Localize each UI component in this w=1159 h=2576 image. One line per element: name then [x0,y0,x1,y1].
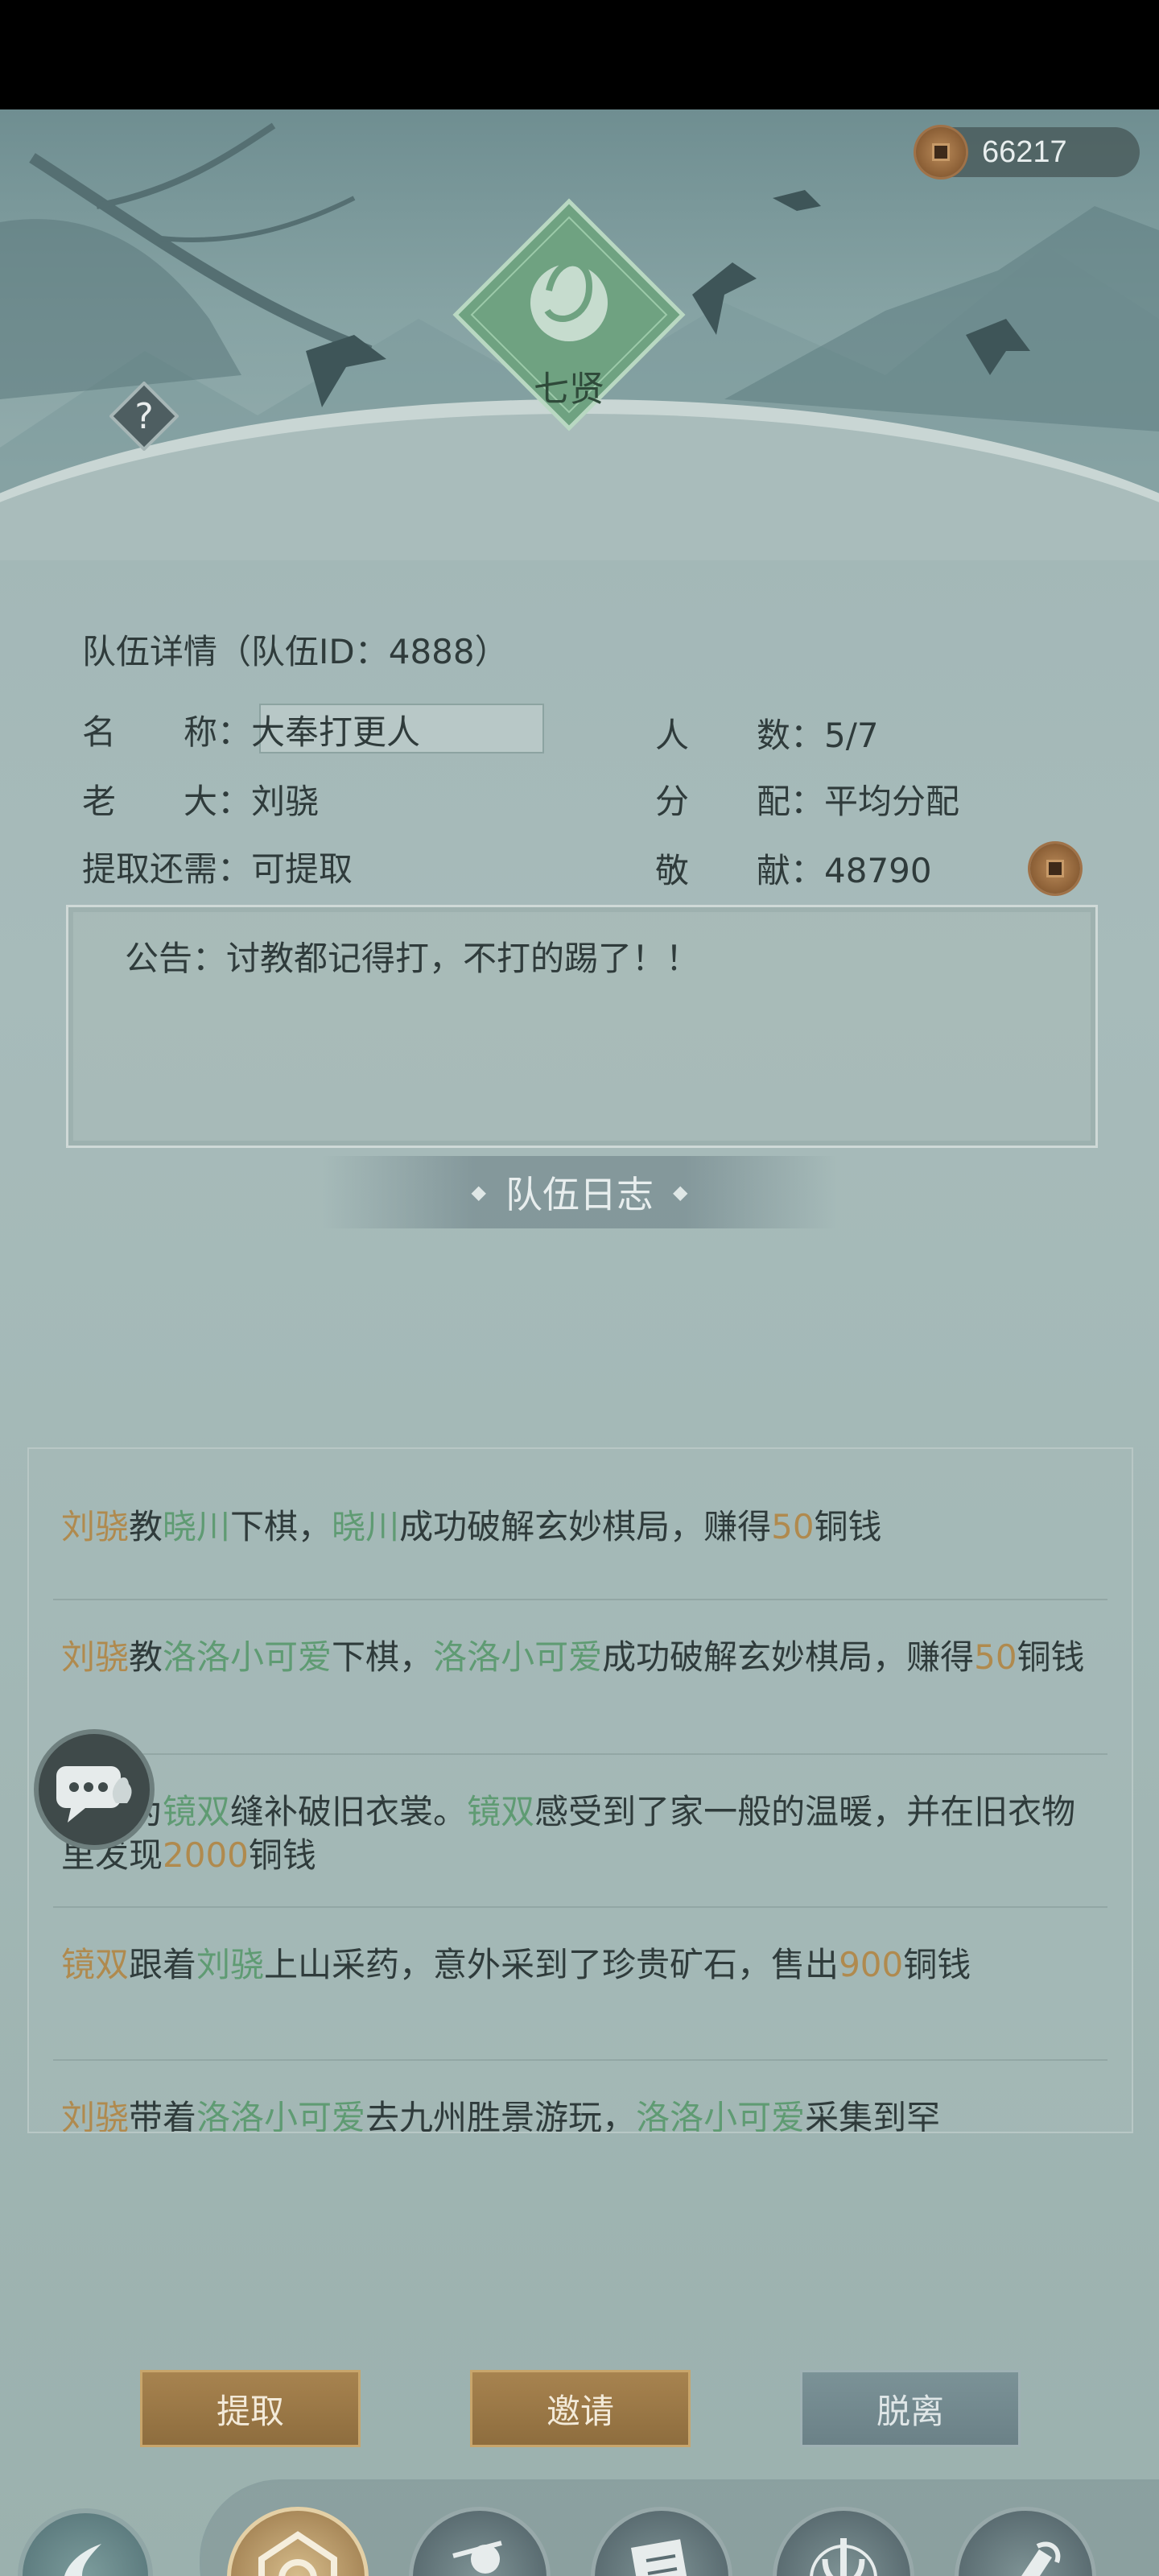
team-name-value: 大奉打更人 [251,712,421,752]
announcement-text: 公告：讨教都记得打，不打的踢了！！ [125,931,699,980]
log-highlight: 晓川 [332,1507,400,1546]
distribution-row: 分 配：平均分配 [655,774,959,824]
chat-icon [56,1766,132,1823]
log-text: 铜钱 [814,1507,882,1546]
manage-icon [227,2507,369,2576]
svg-text:?: ? [134,396,153,437]
log-text: 教 [129,1507,163,1546]
coin-amount: 66217 [982,134,1067,169]
team-log-list[interactable]: 刘骁教晓川下棋，晓川成功破解玄妙棋局，赚得50铜钱 刘骁教洛洛小可爱下棋，洛洛小… [27,1447,1133,2133]
withdraw-status-value: 可提取 [251,849,353,889]
log-highlight: 洛洛小可爱 [636,2098,806,2133]
divider [53,2059,1107,2061]
log-entry: 刘骁教晓川下棋，晓川成功破解玄妙棋局，赚得50铜钱 [61,1505,1099,1549]
tab-challenge[interactable]: 讨教 [955,2507,1096,2576]
log-text: 铜钱 [903,1945,971,1984]
withdraw-status-row: 提取还需：可提取 [82,842,353,891]
log-highlight: 刘骁 [61,2098,130,2133]
log-text: 去九州胜景游玩， [365,2098,637,2133]
log-highlight: 50 [771,1507,815,1546]
team-screen: 66217 七贤 ? 队伍详情（队伍ID：4888） 名 称：大奉打更人 人 数… [0,109,1159,2576]
members-value: 5/7 [824,716,879,755]
divider [53,1753,1107,1755]
divider [53,1906,1107,1908]
log-highlight: 刘骁 [196,1945,265,1984]
header-banner: 66217 七贤 ? [0,109,1159,560]
log-highlight: 镜双 [467,1792,535,1831]
contribute-coin-icon[interactable] [1030,844,1080,894]
announcement-label: 公告： [125,939,227,978]
record-icon [591,2507,732,2576]
log-text: 缝补破旧衣裳。 [230,1792,468,1831]
log-highlight: 洛洛小可爱 [196,2098,366,2133]
log-highlight: 50 [974,1637,1017,1677]
challenge-icon [955,2507,1096,2576]
team-name-row: 名 称：大奉打更人 [82,705,420,754]
announcement-content: 讨教都记得打，不打的踢了！！ [226,939,700,978]
members-label: 人 数： [655,716,825,755]
leader-row: 老 大：刘骁 [82,774,319,824]
log-text: 下棋， [230,1507,332,1546]
withdraw-button[interactable]: 提取 [140,2370,361,2447]
log-highlight: 镜双 [61,1945,130,1984]
log-entry: 刘骁为镜双缝补破旧衣裳。镜双感受到了家一般的温暖，并在旧衣物里发现2000铜钱 [61,1790,1099,1877]
team-emblem: 七贤 [452,198,686,431]
log-highlight: 刘骁 [61,1507,130,1546]
leader-label: 老 大： [82,782,252,821]
members-icon [409,2507,551,2576]
log-text: 铜钱 [248,1835,316,1875]
tab-manage[interactable]: 管理 [227,2507,369,2576]
back-button[interactable] [18,2508,153,2576]
log-highlight: 晓川 [163,1507,231,1546]
team-name-label: 名 称： [82,712,252,752]
log-text: 成功破解玄妙棋局，赚得 [602,1637,975,1677]
members-row: 人 数：5/7 [655,708,879,758]
log-text: 采集到罕 [805,2098,941,2133]
contribution-row: 敬 献：48790 [655,844,932,893]
distribution-label: 分 配： [655,782,825,821]
copper-coin-icon [916,127,966,177]
announcement-box: 公告：讨教都记得打，不打的踢了！！ [66,905,1098,1148]
log-text: 上山采药，意外采到了珍贵矿石，售出 [264,1945,839,1984]
team-log-header: ◆ 队伍日志 ◆ [322,1156,837,1228]
contribution-label: 敬 献： [655,851,825,890]
log-highlight: 镜双 [163,1792,231,1831]
log-highlight: 2000 [163,1835,249,1875]
back-arrow-icon [64,2544,101,2576]
team-log-title: 队伍日志 [505,1173,654,1216]
tab-record[interactable]: 战绩 [591,2507,732,2576]
interact-icon [773,2507,914,2576]
leader-value: 刘骁 [251,782,320,821]
leave-team-button[interactable]: 脱离 [800,2370,1021,2447]
diamond-icon: ◆ [673,1181,688,1203]
log-highlight: 刘骁 [61,1637,130,1677]
invite-button[interactable]: 邀请 [470,2370,691,2447]
log-highlight: 洛洛小可爱 [163,1637,332,1677]
tab-members[interactable]: 成员 [409,2507,551,2576]
chat-bubble-button[interactable] [34,1729,155,1850]
log-highlight: 900 [839,1945,904,1984]
team-details-title: 队伍详情（队伍ID：4888） [82,632,509,671]
log-text: 教 [129,1637,163,1677]
coin-balance: 66217 [916,127,1140,177]
log-text: 带着 [129,2098,197,2133]
log-entry: 镜双跟着刘骁上山采药，意外采到了珍贵矿石，售出900铜钱 [61,1943,1099,1987]
withdraw-status-label: 提取还需： [82,849,252,889]
log-text: 成功破解玄妙棋局，赚得 [399,1507,772,1546]
emblem-text: 七贤 [534,369,604,410]
contribution-value: 48790 [824,851,932,890]
log-highlight: 洛洛小可爱 [433,1637,603,1677]
log-text: 下棋， [332,1637,434,1677]
divider [53,1599,1107,1600]
log-entry: 刘骁教洛洛小可爱下棋，洛洛小可爱成功破解玄妙棋局，赚得50铜钱 [61,1636,1099,1679]
tab-interact[interactable]: 交互 [773,2507,914,2576]
log-entry: 刘骁带着洛洛小可爱去九州胜景游玩，洛洛小可爱采集到罕 [61,2096,1099,2133]
diamond-icon: ◆ [471,1181,486,1203]
log-text: 铜钱 [1017,1637,1085,1677]
distribution-value: 平均分配 [824,782,960,821]
log-text: 跟着 [129,1945,197,1984]
help-icon[interactable]: ? [109,382,179,451]
